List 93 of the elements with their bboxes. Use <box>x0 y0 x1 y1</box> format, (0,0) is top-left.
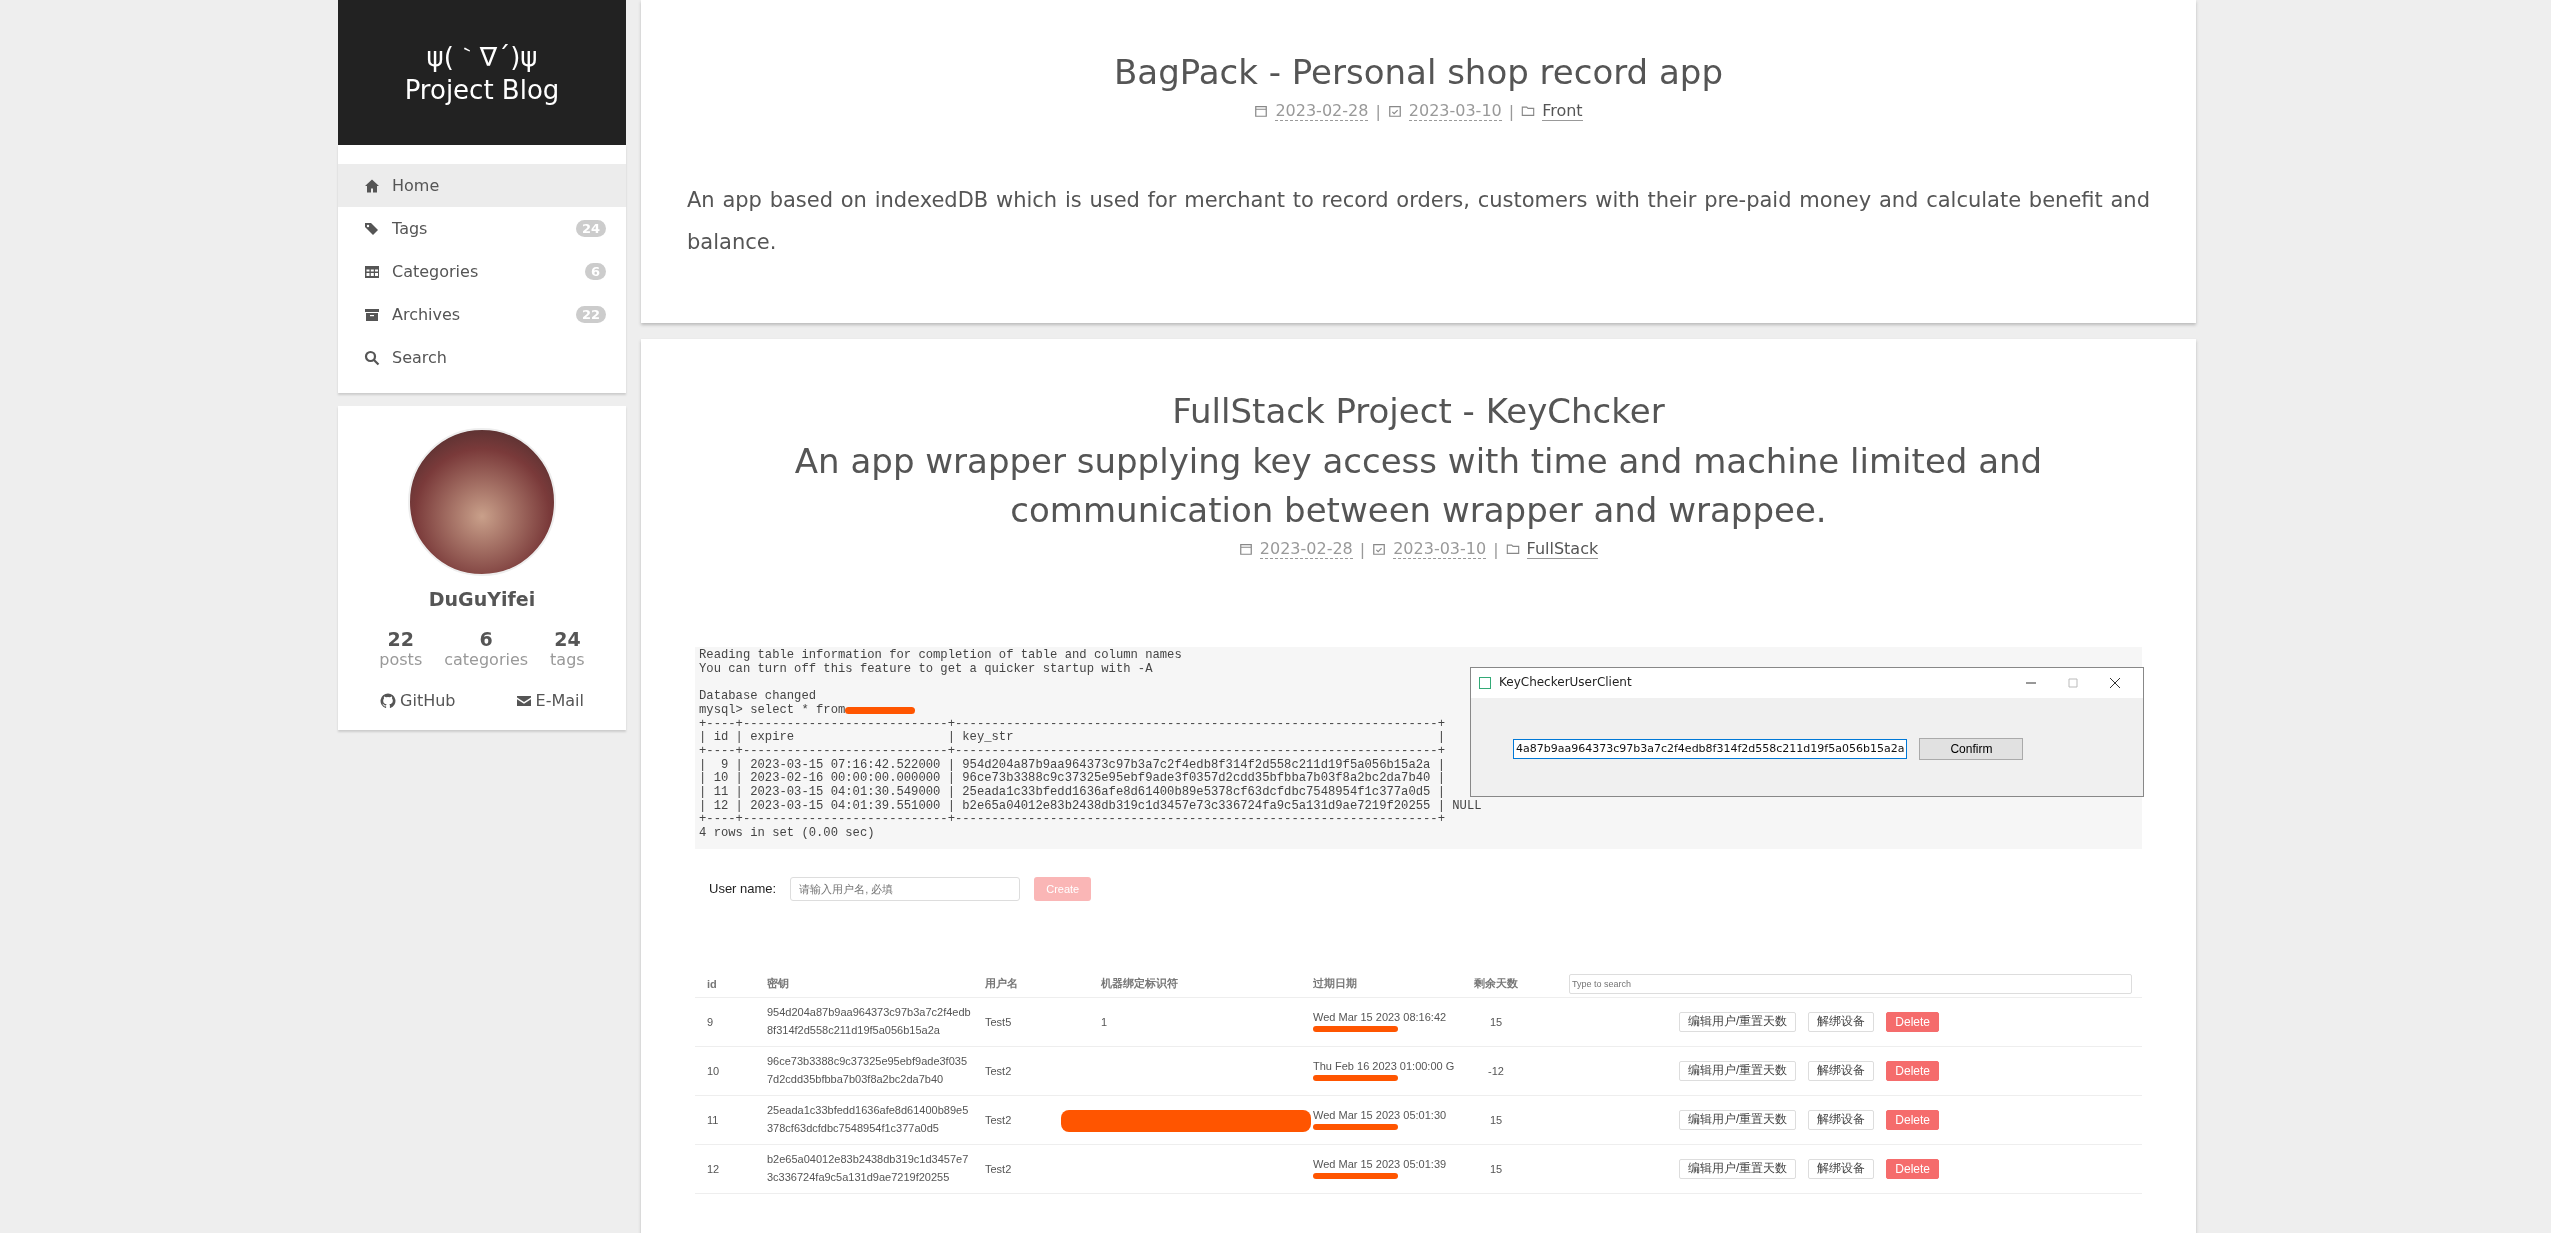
maximize-icon[interactable] <box>2067 677 2079 690</box>
table-cell-text: Wed Mar 15 2023 05:01:39 <box>1313 1158 1448 1171</box>
terminal-line: | id | expire | key_str | <box>699 731 1445 745</box>
table-cell-text: 9 <box>707 1015 715 1028</box>
window-title: KeyCheckerUserClient <box>1499 676 1633 691</box>
confirm-button[interactable]: Confirm <box>1919 738 2024 761</box>
action-button[interactable]: 解绑设备 <box>1808 1109 1875 1130</box>
home-icon <box>364 177 380 194</box>
table-cell-text: 11 <box>707 1113 720 1126</box>
field-label: User name: <box>709 881 777 897</box>
table-cell-text: 96ce73b3388c9c37325e95ebf9ade3f0357d2cdd35bfbba7b03f8a2bc2da7b40 <box>767 1054 969 1087</box>
stat-count[interactable]: 6 <box>479 628 493 650</box>
archive-icon <box>364 306 380 323</box>
close-icon[interactable] <box>2109 677 2121 690</box>
table-cell-text: 25eada1c33bfedd1636afe8d61400b89e5378cf63dcfdbc7548954f1c377a0d5 <box>767 1103 970 1136</box>
stat-count[interactable]: 24 <box>554 628 581 650</box>
updated-date: 2023-03-10 <box>1393 539 1487 560</box>
table-cell-text: 15 <box>1488 1015 1504 1028</box>
table-cell-text: Test2 <box>985 1162 1013 1175</box>
author-name: DuGuYifei <box>428 588 536 610</box>
table-cell-text: Test2 <box>985 1064 1013 1077</box>
username-input[interactable]: 请输入用户名, 必填 <box>790 876 1021 901</box>
action-button[interactable]: 解绑设备 <box>1808 1158 1875 1179</box>
meta-separator: | <box>1493 539 1499 559</box>
app-icon <box>1479 677 1491 690</box>
table-cell-text: 954d204a87b9aa964373c97b3a7c2f4edb8f314f2d558c211d19f5a056b15a2a <box>767 1005 972 1038</box>
search-icon <box>364 349 380 366</box>
post-title[interactable]: FullStack Project - KeyChcker An app wrapper supplying key access with time and machine limited and communication between wrapper and wrappee. <box>687 387 2150 536</box>
column-header: 用户名 <box>985 976 1019 992</box>
terminal-line: You can turn off this feature to get a quicker startup with -A <box>699 662 1153 677</box>
action-button[interactable]: 解绑设备 <box>1808 1060 1875 1081</box>
category-link[interactable]: FullStack <box>1526 539 1599 560</box>
terminal-line: Database changed <box>699 690 817 704</box>
table-cell-text: 10 <box>707 1064 721 1077</box>
created-date: 2023-02-28 <box>1275 101 1369 122</box>
table-cell-text: 15 <box>1488 1113 1504 1126</box>
terminal-line: Reading table information for completion of table and column names <box>699 649 1182 663</box>
site-logo: ψ(｀∇´)ψ <box>426 41 538 74</box>
terminal-line: | 10 | 2023-02-16 00:00:00.000000 | 96ce73b3388c9c37325e95ebf9ade3f0357d2cdd35bfbba7b03f8a2bc2da7b40 | <box>699 772 1445 786</box>
column-header: 剩余天数 <box>1473 976 1519 992</box>
calendar-icon <box>1238 542 1253 557</box>
stat-count[interactable]: 22 <box>387 628 414 650</box>
updated-date: 2023-03-10 <box>1408 101 1502 122</box>
table-cell-text: b2e65a04012e83b2438db319c1d3457e73c336724fa9c5a131d9ae7219f20255 <box>767 1152 970 1185</box>
terminal-line: +----+----------------------------+------------------------------------------------------------------+ <box>699 745 1445 759</box>
table-cell-text: Test5 <box>985 1015 1013 1028</box>
column-header: 过期日期 <box>1313 976 1358 992</box>
table-cell: 1 <box>1101 1015 1108 1028</box>
category-link[interactable]: Front <box>1542 101 1583 122</box>
table-cell-text: Wed Mar 15 2023 08:16:42 <box>1313 1011 1448 1024</box>
profile-link[interactable]: GitHub <box>380 691 456 710</box>
table-cell-text: Test2 <box>985 1113 1013 1126</box>
key-input[interactable]: 4a87b9aa964373c97b3a7c2f4edb8f314f2d558c211d19f5a056b15a2a <box>1513 739 1908 760</box>
table-cell-text: 15 <box>1488 1162 1504 1175</box>
action-button[interactable]: 编辑用户/重置天数 <box>1679 1109 1797 1130</box>
terminal-line: | 11 | 2023-03-15 04:01:30.549000 | 25eada1c33bfedd1636afe8d61400b89e5378cf63dcfdbc7548954f1c377a0d5 | <box>699 786 1445 800</box>
post-title[interactable]: BagPack - Personal shop record app <box>1114 48 1723 98</box>
column-header: 密钥 <box>767 976 790 992</box>
grid-icon <box>364 263 380 280</box>
table-cell-text: Thu Feb 16 2023 01:00:00 G <box>1313 1060 1456 1073</box>
calendar-icon <box>1254 104 1269 119</box>
calendar-check-icon <box>1372 542 1387 557</box>
table-cell-text: Wed Mar 15 2023 05:01:30 <box>1313 1109 1448 1122</box>
action-button[interactable]: 解绑设备 <box>1808 1011 1875 1032</box>
post-excerpt: An app based on indexedDB which is used for merchant to record orders, customers with their pre-paid money and calculate benefit and balance. <box>687 187 2150 257</box>
column-header: id <box>707 977 718 990</box>
action-button[interactable]: 编辑用户/重置天数 <box>1679 1060 1797 1081</box>
terminal-line: mysql> select * from <box>699 703 846 718</box>
column-header: 机器绑定标识符 <box>1101 976 1179 992</box>
terminal-line: | 12 | 2023-03-15 04:01:39.551000 | b2e65a04012e83b2438db319c1d3457e73c336724fa9c5a131d9ae7219f20255 | NULL <box>699 799 1482 814</box>
created-date: 2023-02-28 <box>1259 539 1353 560</box>
calendar-check-icon <box>1387 104 1402 119</box>
terminal-line: +----+----------------------------+------------------------------------------------------------------+ <box>699 813 1445 827</box>
site-title[interactable]: Project Blog <box>404 75 560 105</box>
folder-icon <box>1521 104 1536 119</box>
meta-separator: | <box>1375 101 1381 121</box>
github-icon <box>380 692 397 709</box>
terminal-line: | 9 | 2023-03-15 07:16:42.522000 | 954d204a87b9aa964373c97b3a7c2f4edb8f314f2d558c211d19f5a056b15a2a | <box>699 758 1445 772</box>
menu-item[interactable]: Search <box>338 336 626 379</box>
folder-icon <box>1505 542 1520 557</box>
tags-icon <box>364 220 380 237</box>
table-cell-text: 12 <box>707 1162 721 1175</box>
action-button[interactable]: 编辑用户/重置天数 <box>1679 1158 1797 1179</box>
terminal-line: 4 rows in set (0.00 sec) <box>699 827 875 841</box>
search-input[interactable]: Type to search <box>1569 973 2132 994</box>
redaction-mark <box>845 707 916 715</box>
action-button[interactable]: 编辑用户/重置天数 <box>1679 1011 1797 1032</box>
meta-separator: | <box>1359 539 1366 559</box>
profile-link[interactable]: E-Mail <box>515 691 584 710</box>
menu-item[interactable]: Home <box>338 164 626 207</box>
terminal-line: +----+----------------------------+------------------------------------------------------------------+ <box>699 717 1445 731</box>
meta-separator: | <box>1508 101 1515 121</box>
table-cell-text: -12 <box>1487 1064 1505 1077</box>
